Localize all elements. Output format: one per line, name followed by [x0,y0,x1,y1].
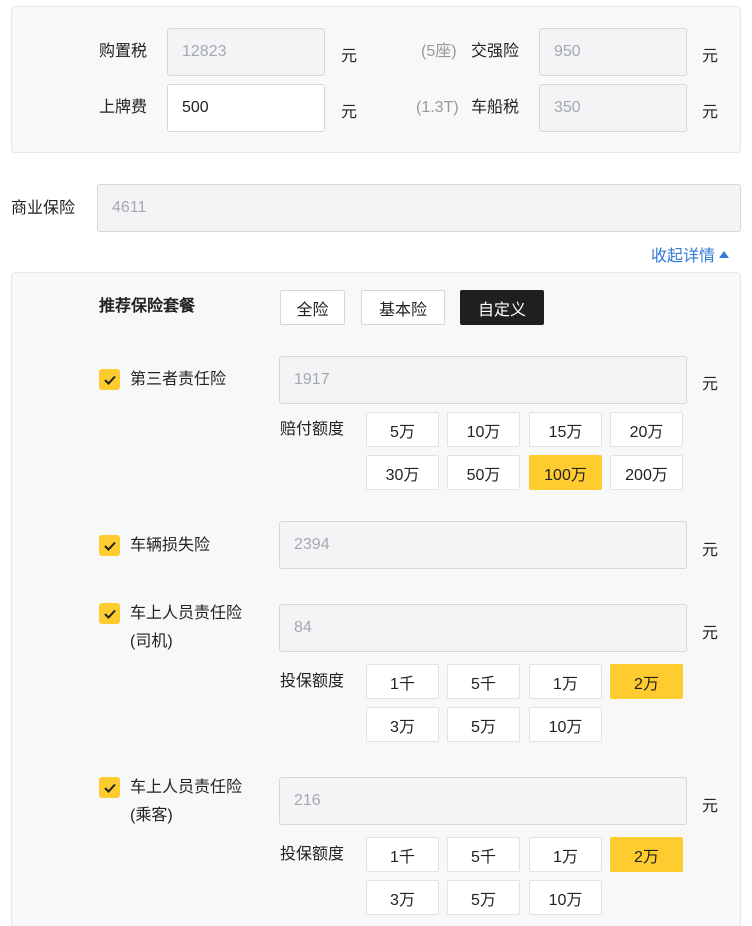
plate-fee-unit: 元 [341,104,358,121]
passenger-liability-option[interactable]: 10万 [529,880,602,915]
vehicle-damage-unit: 元 [702,542,719,559]
driver-liability-option[interactable]: 1万 [529,664,602,699]
driver-liability-option-label: 投保额度 [280,673,345,690]
passenger-liability-input[interactable]: 216 [279,777,687,825]
vessel-tax-hint: (1.3T) [416,99,459,116]
vehicle-damage-value: 2394 [294,536,330,553]
caret-up-icon [719,250,730,258]
purchase-tax-label: 购置税 [99,43,148,60]
commercial-insurance-input[interactable]: 4611 [97,184,741,232]
third-party-option[interactable]: 15万 [529,412,602,447]
third-party-checkbox[interactable] [99,369,120,390]
driver-liability-option[interactable]: 2万 [610,664,683,699]
third-party-option[interactable]: 50万 [447,455,520,490]
passenger-liability-option[interactable]: 1万 [529,837,602,872]
commercial-insurance-label: 商业保险 [11,200,76,217]
driver-liability-checkbox[interactable] [99,603,120,624]
passenger-liability-option-label: 投保额度 [280,846,345,863]
passenger-liability-option[interactable]: 1千 [366,837,439,872]
vehicle-damage-checkbox[interactable] [99,535,120,556]
driver-liability-option[interactable]: 5万 [447,707,520,742]
compulsory-insurance-input[interactable]: 950 [539,28,687,76]
driver-liability-option[interactable]: 5千 [447,664,520,699]
compulsory-value: 950 [554,43,581,60]
check-icon [103,541,116,551]
check-icon [103,609,116,619]
third-party-title: 第三者责任险 [130,371,227,388]
vessel-tax-label: 车船税 [471,99,520,116]
driver-liability-subtitle: (司机) [130,633,173,650]
commercial-insurance-value: 4611 [112,199,147,216]
driver-liability-title: 车上人员责任险 [130,605,243,622]
check-icon [103,375,116,385]
plate-fee-label: 上牌费 [99,99,148,116]
compulsory-hint: (5座) [421,43,457,60]
vessel-tax-value: 350 [554,99,581,116]
package-full-button[interactable]: 全险 [280,290,345,325]
driver-liability-option[interactable]: 3万 [366,707,439,742]
vehicle-damage-input[interactable]: 2394 [279,521,687,569]
third-party-option[interactable]: 100万 [529,455,602,490]
passenger-liability-subtitle: (乘客) [130,807,173,824]
third-party-option-label: 赔付额度 [280,421,345,438]
vessel-tax-unit: 元 [702,104,719,121]
passenger-liability-option[interactable]: 2万 [610,837,683,872]
third-party-value: 1917 [294,371,330,388]
purchase-tax-input[interactable]: 12823 [167,28,325,76]
vessel-tax-input[interactable]: 350 [539,84,687,132]
package-basic-button[interactable]: 基本险 [361,290,445,325]
third-party-option[interactable]: 5万 [366,412,439,447]
check-icon [103,783,116,793]
passenger-liability-checkbox[interactable] [99,777,120,798]
third-party-input[interactable]: 1917 [279,356,687,404]
package-custom-button[interactable]: 自定义 [460,290,544,325]
third-party-option[interactable]: 200万 [610,455,683,490]
third-party-option[interactable]: 10万 [447,412,520,447]
collapse-details-label: 收起详情 [651,248,716,265]
vehicle-damage-title: 车辆损失险 [130,537,211,554]
package-label: 推荐保险套餐 [99,298,196,315]
third-party-option[interactable]: 30万 [366,455,439,490]
passenger-liability-unit: 元 [702,798,719,815]
driver-liability-input[interactable]: 84 [279,604,687,652]
purchase-tax-unit: 元 [341,48,358,65]
purchase-tax-value: 12823 [182,43,227,60]
third-party-unit: 元 [702,376,719,393]
passenger-liability-title: 车上人员责任险 [130,779,243,796]
driver-liability-unit: 元 [702,625,719,642]
collapse-details-link[interactable]: 收起详情 [651,242,730,266]
driver-liability-option[interactable]: 1千 [366,664,439,699]
driver-liability-value: 84 [294,619,312,636]
third-party-option[interactable]: 20万 [610,412,683,447]
passenger-liability-option[interactable]: 5万 [447,880,520,915]
plate-fee-input[interactable]: 500 [167,84,325,132]
passenger-liability-option[interactable]: 3万 [366,880,439,915]
passenger-liability-value: 216 [294,792,321,809]
plate-fee-value: 500 [182,99,209,116]
compulsory-label: 交强险 [471,43,520,60]
passenger-liability-option[interactable]: 5千 [447,837,520,872]
compulsory-unit: 元 [702,48,719,65]
driver-liability-option[interactable]: 10万 [529,707,602,742]
